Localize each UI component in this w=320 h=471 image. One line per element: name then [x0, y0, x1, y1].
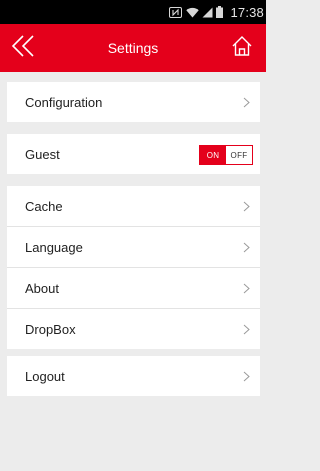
settings-group-guest: Guest ON OFF: [7, 134, 260, 174]
list-item-label: Configuration: [25, 94, 103, 110]
page-title: Settings: [107, 40, 159, 56]
double-chevron-left-icon: [11, 34, 37, 62]
nfc-icon: [169, 6, 183, 18]
toggle-off-option[interactable]: OFF: [226, 146, 252, 164]
list-item-language[interactable]: Language: [7, 226, 260, 267]
list-item-logout[interactable]: Logout: [7, 356, 260, 396]
signal-icon: [202, 7, 213, 18]
list-item-label: Logout: [25, 368, 65, 384]
chevron-right-icon: [240, 241, 252, 253]
list-item-about[interactable]: About: [7, 267, 260, 308]
list-item-label: DropBox: [25, 321, 76, 337]
list-item-dropbox[interactable]: DropBox: [7, 308, 260, 349]
status-icons: [169, 6, 226, 18]
chevron-right-icon: [240, 282, 252, 294]
guest-toggle[interactable]: ON OFF: [199, 145, 253, 165]
list-item-label: About: [25, 280, 59, 296]
chevron-right-icon: [240, 200, 252, 212]
battery-icon: [216, 6, 224, 18]
list-item-guest: Guest ON OFF: [7, 134, 260, 174]
chevron-right-icon: [240, 370, 252, 382]
home-icon: [230, 34, 254, 63]
chevron-right-icon: [240, 323, 252, 335]
status-bar: 17:38: [0, 0, 266, 24]
settings-group-logout: Logout: [7, 356, 260, 396]
list-item-cache[interactable]: Cache: [7, 186, 260, 226]
home-button[interactable]: [224, 30, 260, 66]
list-item-label: Language: [25, 239, 83, 255]
app-bar: Settings: [0, 24, 266, 72]
status-time: 17:38: [230, 4, 264, 20]
list-item-configuration[interactable]: Configuration: [7, 82, 260, 122]
list-item-label: Cache: [25, 198, 63, 214]
wifi-icon: [186, 7, 200, 18]
settings-group-general: Cache Language About DropBox: [7, 186, 260, 349]
toggle-on-option[interactable]: ON: [200, 146, 226, 164]
settings-group-configuration: Configuration: [7, 82, 260, 122]
chevron-right-icon: [240, 96, 252, 108]
back-button[interactable]: [6, 30, 42, 66]
